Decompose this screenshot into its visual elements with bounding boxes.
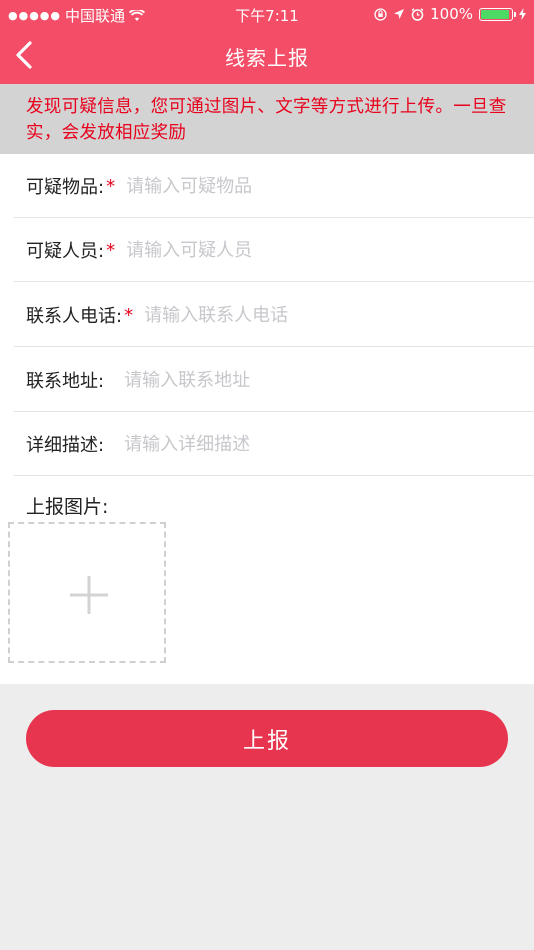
contact-phone-input[interactable] bbox=[144, 304, 485, 326]
nav-bar: 线索上报 bbox=[0, 28, 534, 84]
required-mark: * bbox=[106, 239, 116, 261]
field-label: 可疑人员: bbox=[26, 241, 105, 262]
field-contact-phone: 联系人电话: * bbox=[0, 283, 534, 347]
add-image-button[interactable] bbox=[8, 522, 166, 663]
required-mark: * bbox=[106, 175, 116, 197]
field-label: 联系人电话: bbox=[26, 306, 123, 327]
field-suspicious-person: 可疑人员: * bbox=[0, 218, 534, 282]
battery-icon bbox=[479, 7, 516, 21]
orientation-lock-icon bbox=[374, 7, 387, 21]
field-contact-address: 联系地址: bbox=[0, 348, 534, 412]
battery-percent: 100% bbox=[430, 5, 473, 23]
required-mark: * bbox=[124, 304, 134, 326]
report-form: 可疑物品: * 可疑人员: * 联系人电话: * 联系地址: 详细描述: 上报图… bbox=[0, 154, 534, 684]
battery-cap bbox=[514, 11, 516, 17]
field-suspicious-item: 可疑物品: * bbox=[0, 154, 534, 218]
suspicious-item-input[interactable] bbox=[126, 175, 467, 197]
notice-banner: 发现可疑信息，您可通过图片、文字等方式进行上传。一旦查实，会发放相应奖励 bbox=[0, 84, 534, 154]
description-input[interactable] bbox=[124, 433, 465, 455]
charging-icon bbox=[519, 8, 526, 20]
status-bar: ●●●●● 中国联通 下午7:11 100% bbox=[0, 0, 534, 28]
contact-address-input[interactable] bbox=[124, 369, 465, 391]
add-image-plus-icon bbox=[70, 576, 108, 614]
page-title: 线索上报 bbox=[225, 46, 309, 70]
battery-fill bbox=[481, 9, 509, 19]
field-label: 可疑物品: bbox=[26, 177, 105, 198]
field-description: 详细描述: bbox=[0, 412, 534, 476]
alarm-icon bbox=[411, 7, 424, 21]
suspicious-person-input[interactable] bbox=[126, 239, 467, 261]
header: ●●●●● 中国联通 下午7:11 100% 线索上报 bbox=[0, 0, 534, 84]
field-label: 详细描述: bbox=[26, 435, 105, 456]
submit-button[interactable]: 上报 bbox=[26, 710, 508, 767]
location-arrow-icon bbox=[394, 9, 405, 19]
upload-label: 上报图片: bbox=[26, 496, 109, 518]
status-right: 100% bbox=[374, 5, 526, 23]
field-label: 联系地址: bbox=[26, 371, 105, 392]
